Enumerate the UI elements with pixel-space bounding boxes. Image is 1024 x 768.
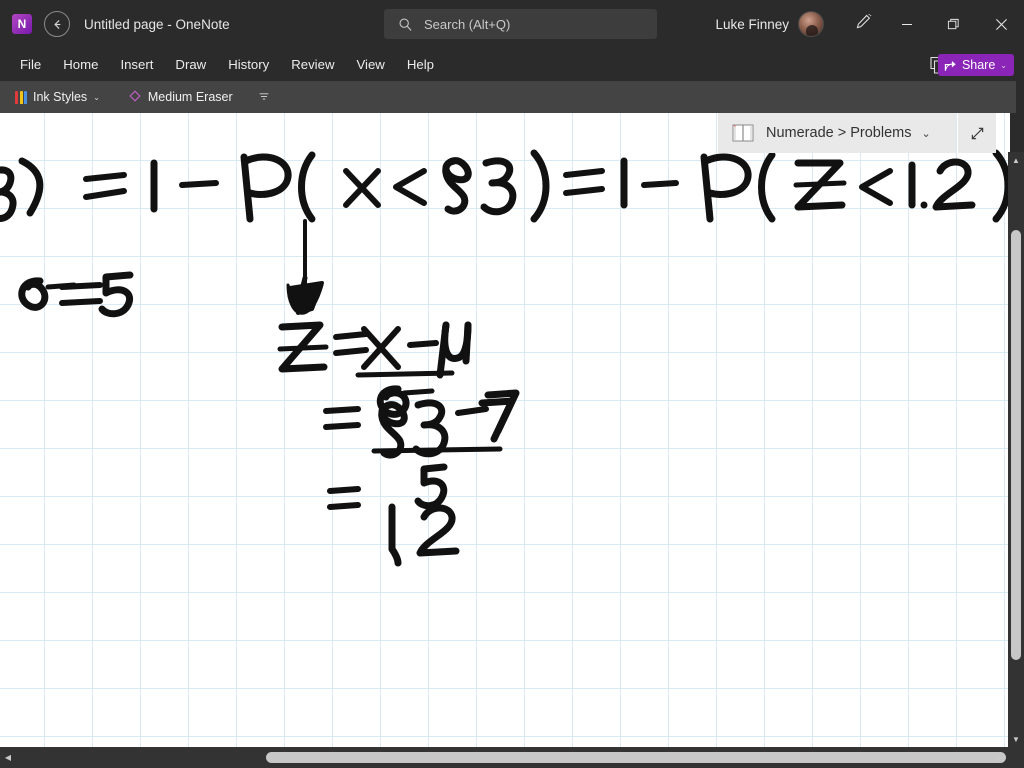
pens-icon: [15, 90, 27, 104]
scroll-right-button[interactable]: ▶: [992, 747, 1008, 768]
back-button[interactable]: [44, 11, 70, 37]
handwritten-ink-strokes: [0, 149, 1010, 567]
scroll-up-button[interactable]: ▲: [1008, 152, 1024, 168]
onenote-app-icon: N: [12, 14, 32, 34]
avatar[interactable]: [798, 11, 824, 37]
medium-eraser-button[interactable]: Medium Eraser: [121, 86, 240, 109]
expand-panel-button[interactable]: [958, 113, 996, 153]
ink-styles-chevron-down-icon[interactable]: ⌄: [93, 93, 100, 102]
share-button[interactable]: Share ⌄: [937, 54, 1014, 76]
notebook-chevron-down-icon[interactable]: ⌄: [921, 127, 930, 140]
vertical-scrollbar[interactable]: ▲ ▼: [1008, 152, 1024, 747]
menu-item-draw[interactable]: Draw: [164, 52, 217, 77]
window-title: Untitled page - OneNote: [84, 16, 230, 32]
notebook-breadcrumb: Numerade > Problems: [766, 125, 912, 141]
notebook-selector[interactable]: Numerade > Problems ⌄: [718, 113, 956, 153]
search-icon: [398, 17, 413, 32]
title-bar: N Untitled page - OneNote Search (Alt+Q)…: [0, 0, 1024, 48]
minimize-icon: [902, 24, 912, 25]
search-input[interactable]: Search (Alt+Q): [424, 17, 510, 32]
ribbon-more-button[interactable]: [250, 86, 278, 109]
horizontal-scrollbar[interactable]: ◀ ▶: [0, 747, 1024, 768]
menu-item-home[interactable]: Home: [52, 52, 109, 77]
user-account[interactable]: Luke Finney: [715, 0, 824, 48]
user-name: Luke Finney: [715, 16, 789, 32]
ink-styles-button[interactable]: Ink Styles ⌄: [8, 87, 107, 107]
notebook-icon: [732, 124, 754, 142]
menu-bar: File Home Insert Draw History Review Vie…: [0, 48, 1024, 81]
back-arrow-icon: [53, 19, 60, 29]
pen-annotation-icon[interactable]: [855, 13, 872, 35]
minimize-button[interactable]: [884, 0, 930, 48]
ink-styles-label: Ink Styles: [33, 90, 88, 104]
menu-item-view[interactable]: View: [345, 52, 395, 77]
eraser-label: Medium Eraser: [147, 90, 233, 104]
expand-icon: [971, 127, 983, 139]
restore-icon: [947, 18, 959, 29]
share-label: Share: [961, 58, 996, 72]
share-chevron-down-icon[interactable]: ⌄: [1000, 61, 1007, 70]
ribbon-toolbar: Ink Styles ⌄ Medium Eraser: [0, 81, 1016, 113]
scroll-down-button[interactable]: ▼: [1008, 731, 1024, 747]
horizontal-scroll-thumb[interactable]: [266, 752, 1006, 763]
search-box[interactable]: Search (Alt+Q): [384, 9, 657, 39]
maximize-button[interactable]: [930, 0, 976, 48]
close-icon: [995, 18, 1007, 30]
menu-item-insert[interactable]: Insert: [109, 52, 164, 77]
scroll-left-button[interactable]: ◀: [0, 747, 16, 768]
scrollbar-corner: [1008, 747, 1024, 768]
menu-item-history[interactable]: History: [217, 52, 280, 77]
vertical-scroll-thumb[interactable]: [1011, 230, 1021, 660]
menu-item-review[interactable]: Review: [280, 52, 345, 77]
close-button[interactable]: [978, 0, 1024, 48]
menu-item-file[interactable]: File: [9, 52, 52, 77]
menu-item-help[interactable]: Help: [396, 52, 445, 77]
more-options-icon: [257, 89, 271, 106]
share-icon: [944, 60, 956, 71]
note-canvas[interactable]: [0, 113, 1010, 747]
eraser-icon: [128, 89, 142, 106]
